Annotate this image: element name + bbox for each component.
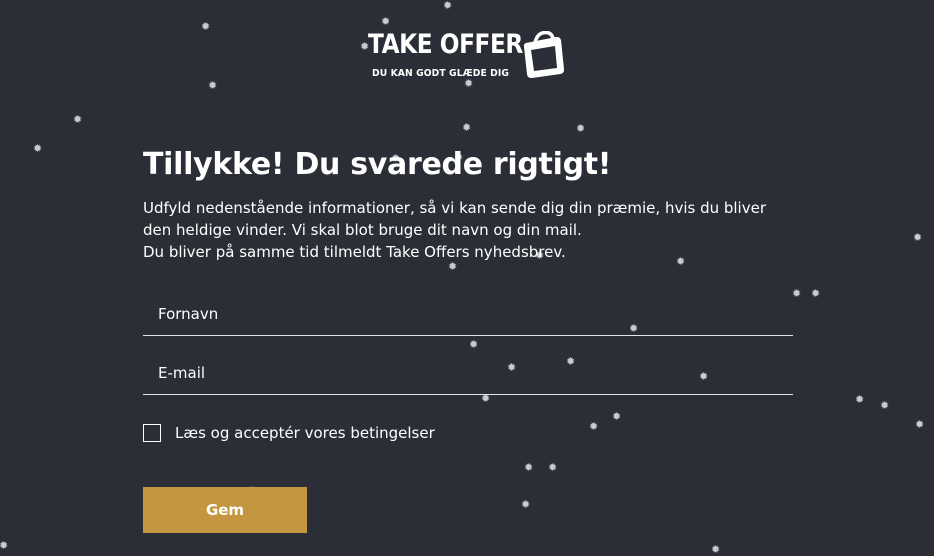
terms-checkbox[interactable]	[143, 424, 161, 442]
terms-consent[interactable]: Læs og acceptér vores betingelser	[143, 421, 435, 445]
snowflake-icon: ✹	[576, 122, 586, 135]
snowflake-icon: ✹	[913, 231, 923, 244]
intro-line-details: Udfyld nedenstående informationer, så vi…	[143, 199, 766, 239]
snowflake-icon: ✹	[443, 0, 453, 12]
email-input[interactable]	[143, 354, 793, 392]
take-offer-logo[interactable]: TAKE OFFER DU KAN GODT GLÆDE DIG	[368, 31, 568, 83]
intro-line-newsletter: Du bliver på samme tid tilmeldt Take Off…	[143, 243, 566, 261]
snowflake-icon: ✹	[548, 461, 558, 474]
snowflake-icon: ✹	[73, 113, 83, 126]
logo-tagline: DU KAN GODT GLÆDE DIG	[372, 68, 510, 79]
snowflake-icon: ✹	[589, 420, 599, 433]
intro-text: Udfyld nedenstående informationer, så vi…	[143, 197, 783, 263]
snowflake-icon: ✹	[792, 287, 802, 300]
save-button[interactable]: Gem	[143, 487, 307, 533]
first-name-field	[143, 295, 793, 336]
snowflake-icon: ✹	[521, 498, 531, 511]
snowflake-icon: ✹	[33, 142, 43, 155]
snowflake-icon: ✹	[811, 287, 821, 300]
snowflake-icon: ✹	[880, 399, 890, 412]
snowflake-icon: ✹	[201, 20, 211, 33]
snowflake-icon: ✹	[855, 393, 865, 406]
snowflake-icon: ✹	[524, 461, 534, 474]
page-title: Tillykke! Du svarede rigtigt!	[143, 147, 612, 182]
terms-label[interactable]: Læs og acceptér vores betingelser	[175, 424, 435, 442]
first-name-input[interactable]	[143, 295, 793, 333]
snowflake-icon: ✹	[381, 15, 391, 28]
logo-wordmark: TAKE OFFER	[368, 29, 523, 60]
shopping-bag-icon	[523, 31, 565, 79]
email-field	[143, 354, 793, 395]
snowflake-icon: ✹	[208, 79, 218, 92]
snowflake-icon: ✹	[915, 418, 925, 431]
snowflake-icon: ✹	[0, 539, 9, 552]
snowflake-icon: ✹	[711, 543, 721, 556]
snowflake-icon: ✹	[469, 338, 479, 351]
snowflake-icon: ✹	[612, 410, 622, 423]
snowflake-icon: ✹	[462, 121, 472, 134]
signup-panel: Tillykke! Du svarede rigtigt! Udfyld ned…	[143, 145, 793, 533]
